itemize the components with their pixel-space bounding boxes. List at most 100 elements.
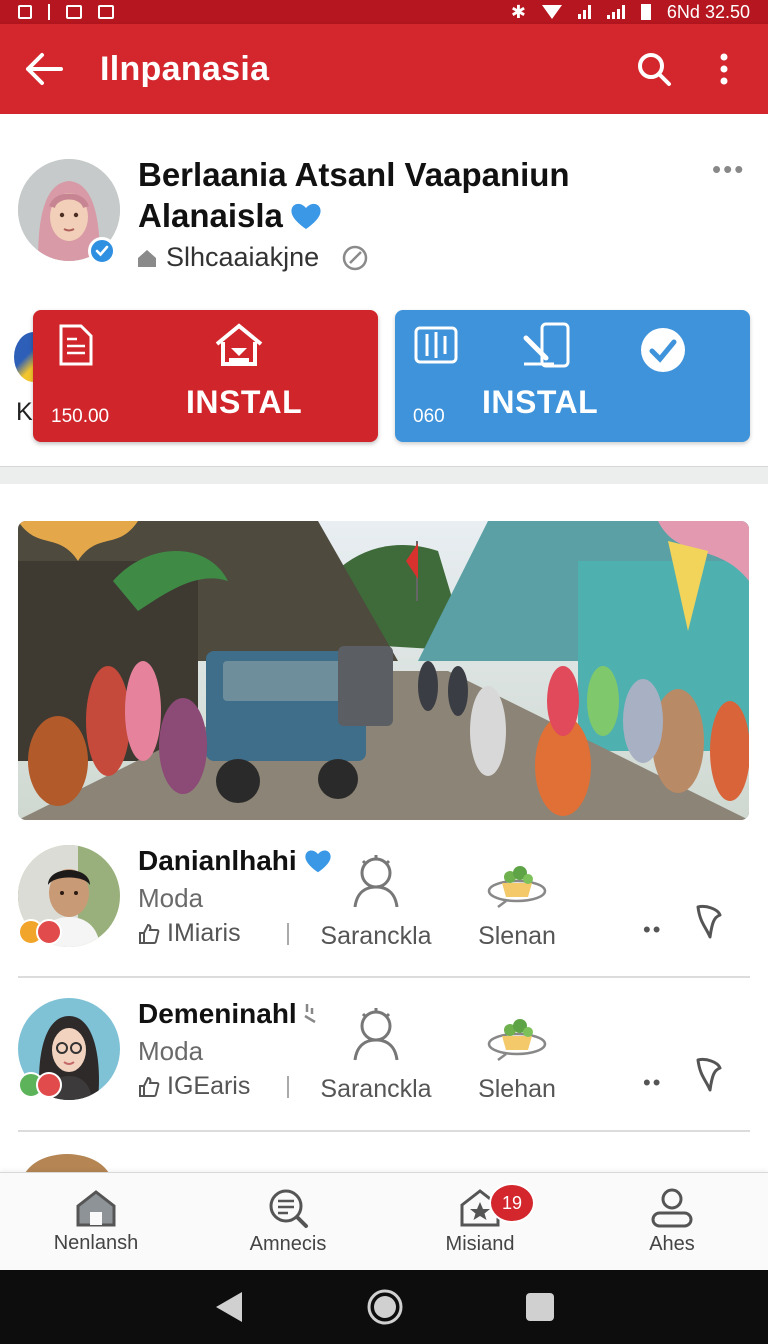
status-notifications: [18, 4, 114, 20]
app-bar: Ilnpanasia: [0, 24, 768, 114]
row-action-plant-label: Slehan: [478, 1075, 556, 1103]
wifi-icon: [541, 5, 562, 19]
reaction-icon-red: [36, 919, 62, 945]
nav-label: Misiand: [445, 1233, 515, 1255]
list-item[interactable]: Demeninahl Moda IGEaris Saranckla Slehan…: [0, 998, 768, 1148]
profile-name-line2-wrap: Alanaisla: [138, 195, 608, 236]
tag-icon: [304, 1004, 316, 1024]
back-arrow-icon: [26, 53, 63, 85]
section-divider: [0, 466, 768, 484]
profile-more-button[interactable]: •••: [712, 154, 745, 185]
profile-subtitle-row: Slhcaaiakjne: [136, 242, 369, 273]
row-more-button[interactable]: ••: [643, 917, 662, 943]
nav-label: Amnecis: [249, 1233, 327, 1255]
person-icon: [353, 1008, 399, 1061]
row-role: Moda: [138, 1036, 204, 1066]
list-item[interactable]: Danianlhahi Moda IMiaris Saranckla Slena…: [0, 845, 768, 995]
row-separator: [287, 923, 289, 945]
mail-icon: [98, 5, 114, 19]
install-tile-blue[interactable]: INSTAL 060: [395, 310, 750, 442]
system-nav-bar: [0, 1270, 768, 1344]
camera-icon: [66, 5, 82, 19]
like-button[interactable]: IGEaris: [137, 1072, 250, 1101]
status-bar: ✱ 6Nd 32.50: [0, 0, 768, 24]
potted-plant-icon: [487, 1019, 547, 1061]
home-icon: [76, 1190, 116, 1227]
battery-icon: [640, 4, 651, 20]
row-name-wrap: Danianlhahi: [138, 845, 333, 877]
install-count: 150.00: [51, 406, 110, 427]
profile-name-line1: Berlaania Atsanl Vaapaniun: [138, 156, 570, 193]
nav-item-profile[interactable]: Ahes: [576, 1173, 768, 1270]
row-pin-button[interactable]: [694, 1056, 724, 1099]
signal-strength-icon: [606, 5, 625, 19]
row-action-person[interactable]: Saranckla: [316, 853, 436, 951]
kebab-menu-icon: [720, 53, 728, 85]
reaction-badges: [18, 1072, 62, 1098]
install-tile-red[interactable]: INSTAL 150.00: [33, 310, 378, 442]
notification-badge: 19: [489, 1183, 535, 1223]
profile-icon: [651, 1188, 693, 1228]
like-button[interactable]: IMiaris: [137, 919, 241, 948]
row-role: Moda: [138, 883, 204, 913]
overflow-menu-button[interactable]: [704, 49, 744, 89]
peek-label: K: [16, 398, 33, 426]
recents-square-icon[interactable]: [524, 1291, 556, 1323]
like-label: IGEaris: [167, 1072, 251, 1100]
list-item-peek[interactable]: [22, 1154, 112, 1172]
back-triangle-icon[interactable]: [212, 1289, 246, 1325]
thumbs-up-icon: [139, 1076, 160, 1097]
page-title: Ilnpanasia: [100, 49, 270, 88]
document-icon: [59, 324, 93, 366]
row-more-button[interactable]: ••: [643, 1070, 662, 1096]
row-name: Danianlhahi: [138, 845, 297, 876]
nav-item-search[interactable]: Amnecis: [192, 1173, 384, 1270]
row-action-plant[interactable]: Slehan: [457, 1006, 577, 1104]
row-action-plant[interactable]: Slenan: [457, 853, 577, 951]
pin-icon: [696, 905, 722, 939]
back-button[interactable]: [24, 49, 64, 89]
profile-name: Berlaania Atsanl Vaapaniun Alanaisla: [138, 154, 608, 236]
bluetooth-icon: ✱: [510, 1, 526, 22]
reaction-badges: [18, 919, 62, 945]
signal-icon: [577, 5, 591, 19]
status-time: 6Nd 32.50: [666, 1, 750, 22]
person-icon: [353, 855, 399, 908]
row-avatar-peek: [22, 1154, 112, 1172]
clock-icon: [342, 245, 368, 270]
status-divider: [48, 4, 50, 20]
profile-subtitle: Slhcaaiakjne: [166, 242, 320, 272]
row-action-plant-label: Slenan: [478, 922, 556, 950]
search-icon: [638, 53, 671, 86]
nav-item-home[interactable]: Nenlansh: [0, 1173, 192, 1270]
phone-tap-icon: [523, 322, 570, 368]
row-name: Demeninahl: [138, 998, 297, 1029]
street-scene-image: [18, 521, 749, 820]
status-indicators: ✱ 6Nd 32.50: [511, 2, 750, 23]
heart-icon: [291, 203, 321, 229]
street-photo[interactable]: [18, 521, 749, 820]
nav-item-favorites[interactable]: Misiand 19: [384, 1173, 576, 1270]
row-action-person-label: Saranckla: [320, 922, 432, 950]
row-action-person[interactable]: Saranckla: [316, 1006, 436, 1104]
row-divider: [18, 976, 750, 978]
install-label: INSTAL: [186, 384, 303, 420]
install-label-blue: INSTAL: [482, 384, 599, 420]
row-pin-button[interactable]: [694, 903, 724, 946]
equalizer-icon: [414, 326, 458, 364]
home-circle-icon[interactable]: [366, 1288, 404, 1326]
home-small-icon: [138, 249, 156, 267]
potted-plant-icon: [487, 866, 547, 908]
row-separator: [287, 1076, 289, 1098]
nav-label: Nenlansh: [53, 1232, 139, 1254]
reaction-icon-red: [36, 1072, 62, 1098]
verified-badge-icon: [88, 237, 116, 265]
like-label: IMiaris: [167, 919, 241, 947]
nav-label: Ahes: [649, 1233, 695, 1255]
check-circle-icon: [641, 328, 685, 372]
home-install-icon: [215, 323, 263, 366]
search-button[interactable]: [634, 49, 674, 89]
install-count-blue: 060: [413, 406, 445, 427]
profile-name-line2: Alanaisla: [138, 197, 283, 234]
row-name-wrap: Demeninahl: [138, 998, 317, 1030]
